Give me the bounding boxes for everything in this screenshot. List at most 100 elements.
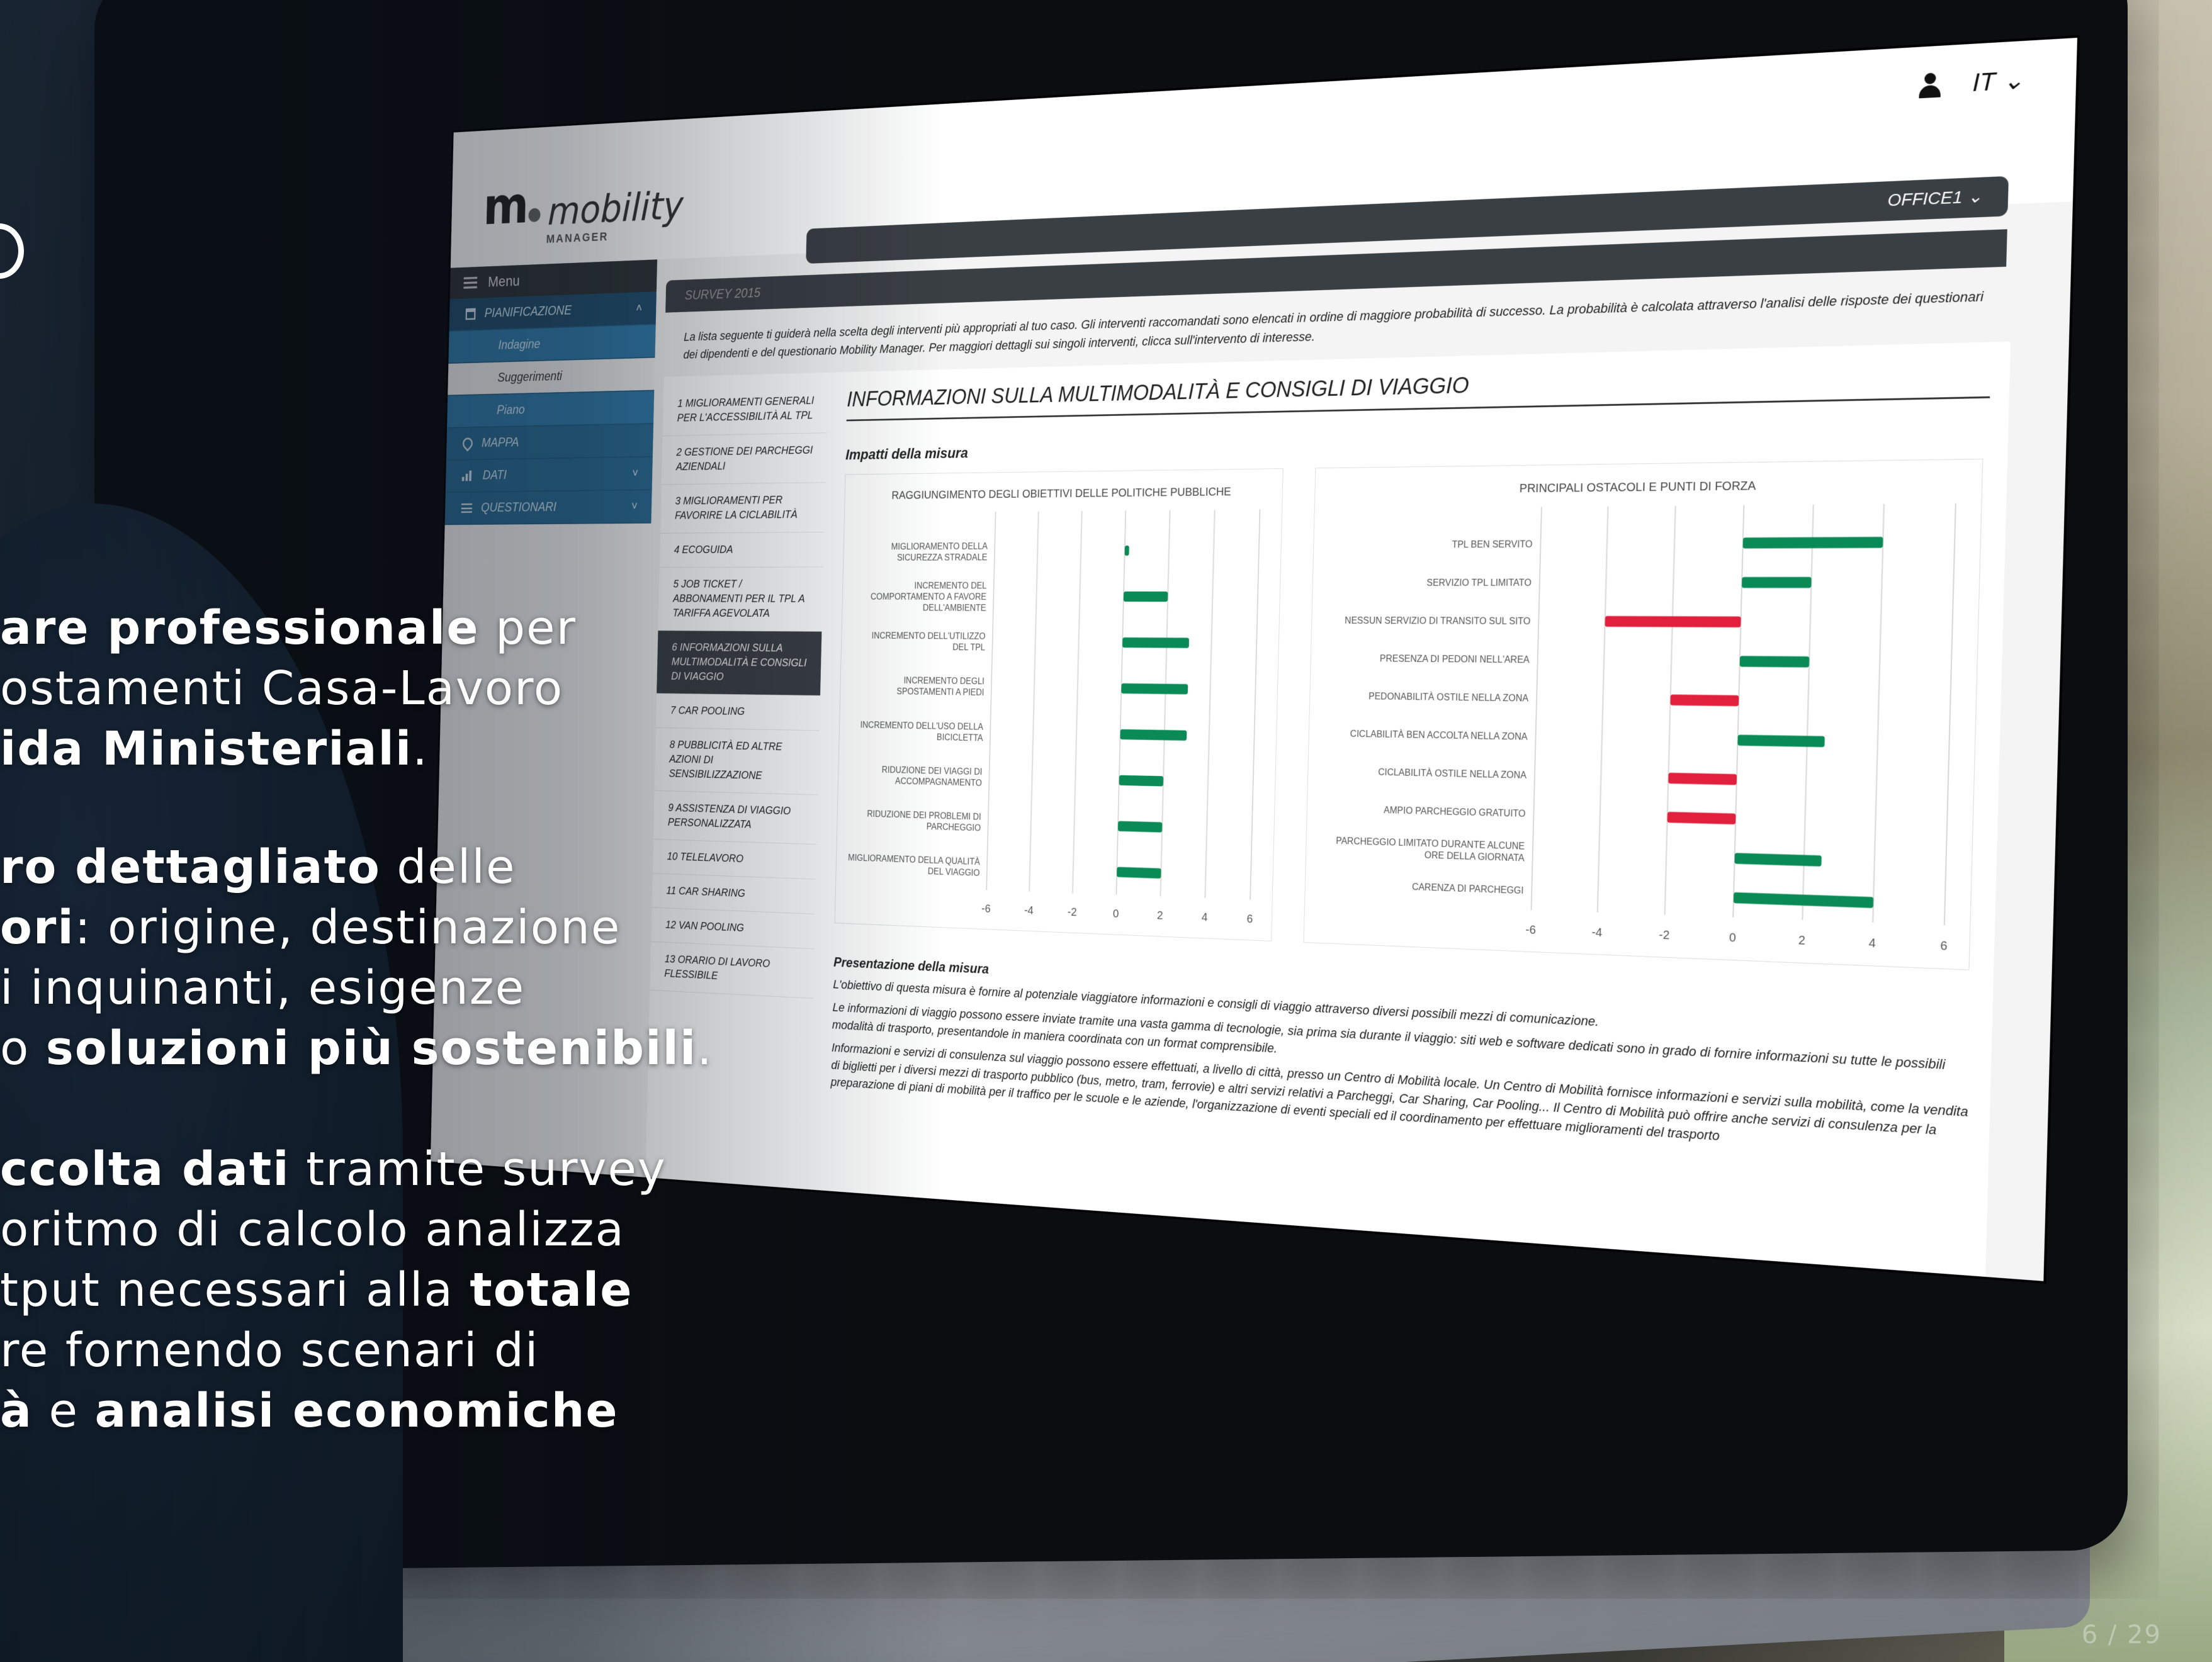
bar (1734, 853, 1822, 867)
main-content: SURVEY 2015 La lista seguente ti guiderà… (645, 228, 2040, 1279)
logo-subtitle: MANAGER (546, 229, 609, 246)
suggestions-panel: 1 MIGLIORAMENTI GENERALI PER L'ACCESSIBI… (645, 341, 2011, 1277)
tick-label: 0 (1113, 907, 1119, 921)
grid-line (1116, 510, 1126, 895)
menu-label: Menu (487, 272, 520, 290)
measure-item[interactable]: 7 CAR POOLING (655, 693, 820, 731)
category-label: INCREMENTO DELL'UTILIZZO (872, 631, 986, 641)
sidebar-item-questionari[interactable]: QUESTIONARI ˅ (444, 490, 652, 525)
tick-label: -2 (1659, 928, 1669, 942)
measure-item[interactable]: 1 MIGLIORAMENTI GENERALI PER L'ACCESSIBI… (662, 383, 828, 437)
app-header: m mobility MANAGER IT ⌄ OFFICE1 ⌄ (450, 38, 2077, 268)
measure-item[interactable]: 6 INFORMAZIONI SULLA MULTIMODALITÀ E CON… (657, 631, 822, 696)
category-label: PRESENZA DI PEDONI NELL'AREA (1380, 654, 1530, 665)
bar-chart-icon (461, 470, 474, 481)
category-label: BICICLETTA (937, 733, 983, 743)
category-label: SICUREZZA STRADALE (897, 553, 988, 563)
hamburger-icon (463, 276, 478, 289)
category-label: INCREMENTO DEGLI (903, 676, 985, 687)
bar (1741, 576, 1812, 588)
tick-label: -4 (1591, 926, 1602, 940)
grid-line (1665, 506, 1676, 915)
sidebar-item-indagine[interactable]: Indagine (448, 324, 656, 364)
grid-line (1944, 503, 1956, 925)
grid-line (1532, 507, 1542, 911)
bar (1733, 892, 1874, 908)
grid-line (1873, 504, 1884, 923)
measure-item[interactable]: 2 GESTIONE DEI PARCHEGGI AZIENDALI (661, 433, 827, 485)
chevron-down-icon: ⌄ (1967, 186, 1983, 207)
office-label: OFFICE1 (1887, 187, 1963, 210)
category-label: INCREMENTO DELL'USO DELLA (860, 720, 983, 732)
category-label: TPL BEN SERVITO (1452, 540, 1532, 551)
chevron-down-icon: ˅ (631, 499, 638, 514)
chevron-down-icon: ˅ (632, 466, 639, 480)
measure-item[interactable]: 8 PUBBLICITÀ ED ALTRE AZIONI DI SENSIBIL… (654, 727, 820, 795)
sidebar-item-label: Indagine (498, 337, 541, 352)
sidebar-item-label: Piano (497, 402, 525, 418)
measure-item[interactable]: 9 ASSISTENZA DI VIAGGIO PERSONALIZZATA (653, 790, 818, 845)
bar (1117, 821, 1163, 833)
bar (1124, 545, 1129, 556)
grid-line (1598, 507, 1608, 912)
tick-label: 0 (1729, 931, 1736, 945)
bar (1119, 775, 1164, 787)
grid-line (1205, 510, 1214, 898)
mobility-manager-logo[interactable]: m mobility (483, 167, 684, 237)
chevron-up-icon: ˄ (636, 301, 643, 315)
category-label: CICLABILITÀ BEN ACCOLTA NELLA ZONA (1350, 728, 1528, 743)
sidebar-item-label: QUESTIONARI (480, 500, 557, 515)
obstacles-strengths-chart: PRINCIPALI OSTACOLI E PUNTI DI FORZA -6 -4… (1303, 458, 1983, 970)
tick-label: -4 (1024, 904, 1034, 918)
tick-label: 4 (1202, 911, 1208, 924)
category-label: ORE DELLA GIORNATA (1425, 851, 1525, 864)
sidebar-item-label: PIANIFICAZIONE (484, 303, 572, 321)
obstacles-strengths-svg: PRINCIPALI OSTACOLI E PUNTI DI FORZA -6 -4… (1336, 480, 1982, 953)
office-selector[interactable]: OFFICE1 ⌄ (1887, 186, 1983, 210)
category-label: PEDONABILITÀ OSTILE NELLA ZONA (1368, 690, 1529, 704)
grid-line (1250, 509, 1260, 899)
bar (1667, 811, 1736, 825)
logo-mark: m (483, 175, 541, 237)
measure-item[interactable]: 10 TELELAVORO (652, 839, 817, 880)
bar (1668, 772, 1737, 785)
measure-item[interactable]: 4 ECOGUIDA (659, 532, 825, 568)
impacts-heading: Impatti della misura (845, 444, 969, 463)
category-label: RIDUZIONE DEI VIAGGI DI (882, 765, 983, 777)
language-selector[interactable]: IT ⌄ (1972, 66, 2024, 98)
category-label: AMPIO PARCHEGGIO GRATUITO (1384, 806, 1526, 819)
category-label: SPOSTAMENTI A PIEDI (896, 687, 984, 698)
category-label: INCREMENTO DEL (914, 581, 986, 590)
category-label: PARCHEGGIO (927, 822, 981, 833)
list-icon (461, 503, 473, 514)
policy-objectives-chart: RAGGIUNGIMENTO DEGLI OBIETTIVI DELLE POL… (834, 468, 1284, 941)
bar (1121, 683, 1188, 695)
sidebar-item-piano[interactable]: Piano (447, 391, 655, 429)
category-label: CICLABILITÀ OSTILE NELLA ZONA (1378, 766, 1527, 781)
grid-line (986, 512, 995, 890)
sidebar-item-label: Suggerimenti (497, 369, 563, 385)
category-label: SERVIZIO TPL LIMITATO (1426, 578, 1532, 588)
category-label: NESSUN SERVIZIO DI TRANSITO SUL SITO (1345, 616, 1530, 627)
category-label: CARENZA DI PARCHEGGI (1412, 882, 1524, 896)
category-label: DEL VIAGGIO (928, 867, 980, 879)
bar (1123, 591, 1168, 602)
language-label: IT (1972, 68, 1996, 97)
sidebar-item-mappa[interactable]: MAPPA (446, 424, 654, 461)
category-label: PARCHEGGIO LIMITATO DURANTE ALCUNE (1336, 836, 1525, 852)
bar (1670, 694, 1739, 707)
tick-label: 6 (1940, 939, 1948, 953)
measure-item[interactable]: 5 JOB TICKET / ABBONAMENTI PER IL TPL A … (658, 567, 823, 632)
app-screen: m mobility MANAGER IT ⌄ OFFICE1 ⌄ Menu P… (430, 38, 2077, 1281)
measure-detail: INFORMAZIONI SULLA MULTIMODALITÀ E CONSI… (830, 361, 1991, 1161)
category-label: COMPORTAMENTO A FAVORE (871, 592, 986, 602)
category-label: DEL TPL (952, 643, 985, 653)
user-icon[interactable] (1919, 72, 1941, 98)
sidebar-item-dati[interactable]: DATI ˅ (445, 457, 653, 493)
sidebar-item-suggerimenti[interactable]: Suggerimenti (448, 357, 655, 396)
measure-item[interactable]: 3 MIGLIORAMENTI PER FAVORIRE LA CICLABIL… (660, 483, 825, 534)
sidebar-item-label: DATI (482, 468, 507, 483)
charts-area: RAGGIUNGIMENTO DEGLI OBIETTIVI DELLE POL… (834, 458, 1989, 994)
measure-item[interactable]: 13 ORARIO DI LAVORO FLESSIBILE (650, 941, 815, 999)
grid-line (1161, 510, 1170, 897)
